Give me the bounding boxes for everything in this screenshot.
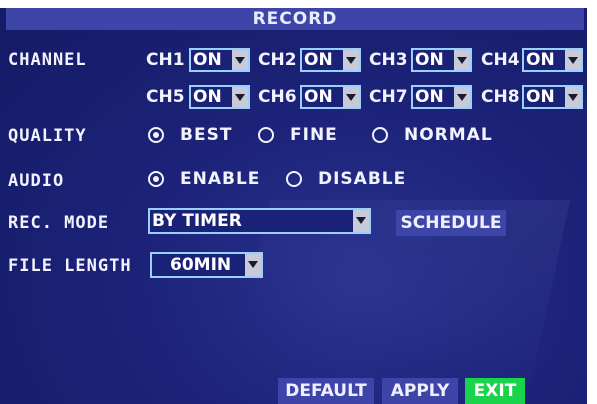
chevron-down-icon [245, 254, 261, 276]
ch5-label: CH5 [146, 87, 185, 107]
file-length-select[interactable]: 60MIN [150, 252, 263, 278]
ch1-value: ON [193, 50, 222, 70]
ch5-select[interactable]: ON [189, 85, 250, 109]
quality-label: QUALITY [8, 126, 87, 146]
ch4-value: ON [526, 50, 555, 70]
rec-mode-select[interactable]: BY TIMER [148, 208, 371, 234]
audio-disable-label: DISABLE [318, 169, 407, 189]
audio-enable-radio[interactable] [148, 171, 164, 187]
ch4-label: CH4 [481, 50, 520, 70]
quality-best-label: BEST [180, 125, 233, 145]
ch1-label: CH1 [146, 50, 185, 70]
ch3-label: CH3 [369, 50, 408, 70]
ch7-label: CH7 [369, 87, 408, 107]
audio-disable-radio[interactable] [286, 171, 302, 187]
dvr-screen: RECORD CHANNEL CH1 ON CH2 ON CH3 ON CH4 … [0, 0, 597, 404]
quality-normal-label: NORMAL [404, 125, 493, 145]
audio-enable-label: ENABLE [180, 169, 261, 189]
ch6-select[interactable]: ON [300, 85, 361, 109]
chevron-down-icon [565, 50, 581, 70]
right-border [587, 0, 597, 404]
chevron-down-icon [343, 87, 359, 107]
ch8-label: CH8 [481, 87, 520, 107]
apply-button[interactable]: APPLY [382, 378, 458, 404]
ch6-label: CH6 [258, 87, 297, 107]
chevron-down-icon [343, 50, 359, 70]
ch7-select[interactable]: ON [411, 85, 472, 109]
file-length-value: 60MIN [170, 255, 232, 275]
ch2-label: CH2 [258, 50, 297, 70]
ch7-value: ON [415, 87, 444, 107]
chevron-down-icon [353, 210, 369, 232]
rec-mode-value: BY TIMER [152, 211, 242, 231]
rec-mode-label: REC. MODE [8, 213, 110, 233]
file-length-label: FILE LENGTH [8, 256, 132, 276]
chevron-down-icon [454, 50, 470, 70]
ch8-value: ON [526, 87, 555, 107]
page-title: RECORD [6, 8, 584, 30]
ch3-select[interactable]: ON [411, 48, 472, 72]
audio-label: AUDIO [8, 171, 65, 191]
ch8-select[interactable]: ON [522, 85, 583, 109]
quality-best-radio[interactable] [148, 127, 164, 143]
channel-label: CHANNEL [8, 50, 87, 70]
ch6-value: ON [304, 87, 333, 107]
top-border [0, 0, 597, 8]
chevron-down-icon [565, 87, 581, 107]
ch1-select[interactable]: ON [189, 48, 250, 72]
exit-button[interactable]: EXIT [465, 378, 525, 404]
quality-fine-label: FINE [290, 125, 338, 145]
chevron-down-icon [232, 87, 248, 107]
ch4-select[interactable]: ON [522, 48, 583, 72]
default-button[interactable]: DEFAULT [278, 378, 374, 404]
quality-normal-radio[interactable] [372, 127, 388, 143]
chevron-down-icon [454, 87, 470, 107]
ch2-select[interactable]: ON [300, 48, 361, 72]
ch5-value: ON [193, 87, 222, 107]
quality-fine-radio[interactable] [258, 127, 274, 143]
chevron-down-icon [232, 50, 248, 70]
ch3-value: ON [415, 50, 444, 70]
ch2-value: ON [304, 50, 333, 70]
schedule-button[interactable]: SCHEDULE [396, 210, 506, 236]
